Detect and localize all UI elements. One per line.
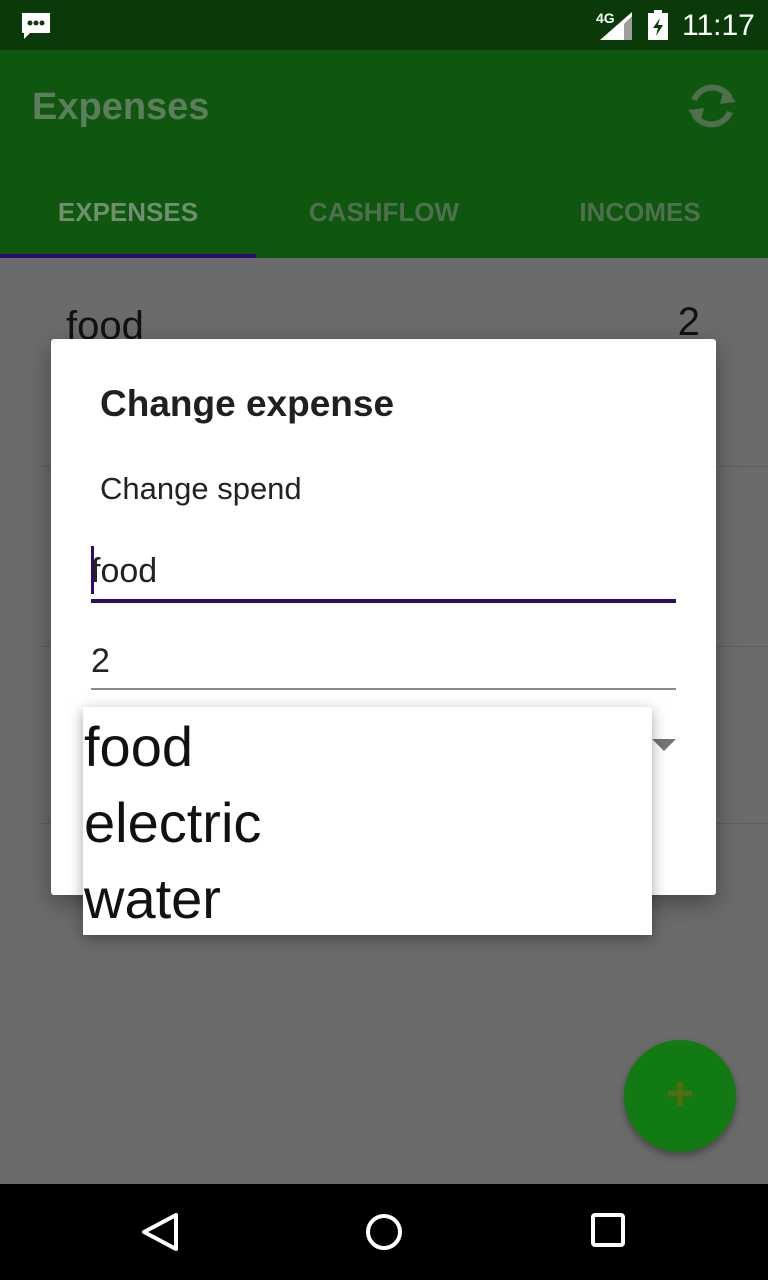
back-icon[interactable] <box>140 1212 180 1252</box>
field-underline <box>91 688 676 690</box>
expense-amount-value: 2 <box>91 642 110 680</box>
dropdown-option-electric[interactable]: electric <box>84 785 644 861</box>
expense-amount-field[interactable]: 2 <box>91 636 676 692</box>
tab-bar: EXPENSES CASHFLOW INCOMES <box>0 170 768 258</box>
screen: 4G 11:17 Expenses EXPENSES CASHFLOW INCO… <box>0 0 768 1280</box>
status-bar: 4G 11:17 <box>0 0 768 50</box>
tab-expenses[interactable]: EXPENSES <box>0 170 256 254</box>
recents-icon[interactable] <box>590 1212 626 1248</box>
clock: 11:17 <box>682 9 755 42</box>
dialog-title: Change expense <box>100 383 395 424</box>
spinner-dropdown-icon[interactable] <box>652 739 676 751</box>
app-title: Expenses <box>32 86 210 128</box>
dropdown-option-water[interactable]: water <box>84 861 644 937</box>
tab-cashflow[interactable]: CASHFLOW <box>256 170 512 254</box>
home-icon[interactable] <box>364 1212 404 1252</box>
app-bar: Expenses EXPENSES CASHFLOW INCOMES <box>0 50 768 258</box>
dropdown-option-food[interactable]: food <box>84 709 644 785</box>
refresh-icon[interactable] <box>684 78 740 134</box>
add-fab-button[interactable]: + <box>624 1040 736 1152</box>
message-icon <box>22 13 50 39</box>
navigation-bar <box>0 1184 768 1280</box>
field-underline <box>91 599 676 603</box>
category-dropdown: food electric water <box>83 707 652 935</box>
expense-name-value: food <box>91 552 158 590</box>
dialog-message: Change spend <box>100 471 302 506</box>
expense-name-field[interactable]: food <box>91 544 676 604</box>
tab-incomes[interactable]: INCOMES <box>512 170 768 254</box>
signal-icon <box>600 12 632 40</box>
battery-icon <box>648 10 668 40</box>
